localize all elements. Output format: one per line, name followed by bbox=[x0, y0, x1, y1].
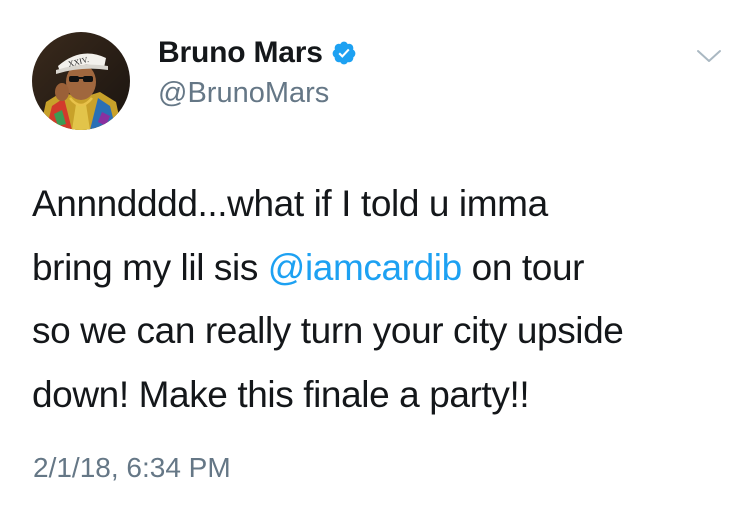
tweet-text-line: bring my lil sis @iamcardib on tour bbox=[32, 236, 732, 300]
tweet-text-segment: on tour bbox=[461, 246, 585, 288]
tweet-text: Annndddd...what if I told u imma bring m… bbox=[32, 172, 732, 426]
handle[interactable]: @BrunoMars bbox=[158, 75, 357, 111]
tweet-text-line: down! Make this finale a party!! bbox=[32, 373, 530, 415]
tweet-timestamp[interactable]: 2/1/18, 6:34 PM bbox=[33, 450, 231, 486]
avatar-image: XXIV. bbox=[32, 32, 130, 130]
tweet-text-line: Annndddd...what if I told u imma bbox=[32, 183, 548, 224]
chevron-down-icon bbox=[697, 50, 721, 62]
avatar[interactable]: XXIV. bbox=[32, 32, 130, 130]
author-header: Bruno Mars @BrunoMars bbox=[158, 35, 357, 111]
tweet-text-segment: bring my lil sis bbox=[32, 246, 268, 288]
display-name[interactable]: Bruno Mars bbox=[158, 35, 323, 71]
tweet-card: XXIV. Bruno Mars @BrunoMars Annndddd...w… bbox=[0, 0, 745, 512]
verified-badge-icon bbox=[331, 40, 357, 66]
tweet-menu-button[interactable] bbox=[694, 44, 724, 68]
mention-link[interactable]: @iamcardib bbox=[268, 247, 462, 288]
tweet-text-line: so we can really turn your city upside bbox=[32, 310, 624, 351]
name-row: Bruno Mars bbox=[158, 35, 357, 71]
